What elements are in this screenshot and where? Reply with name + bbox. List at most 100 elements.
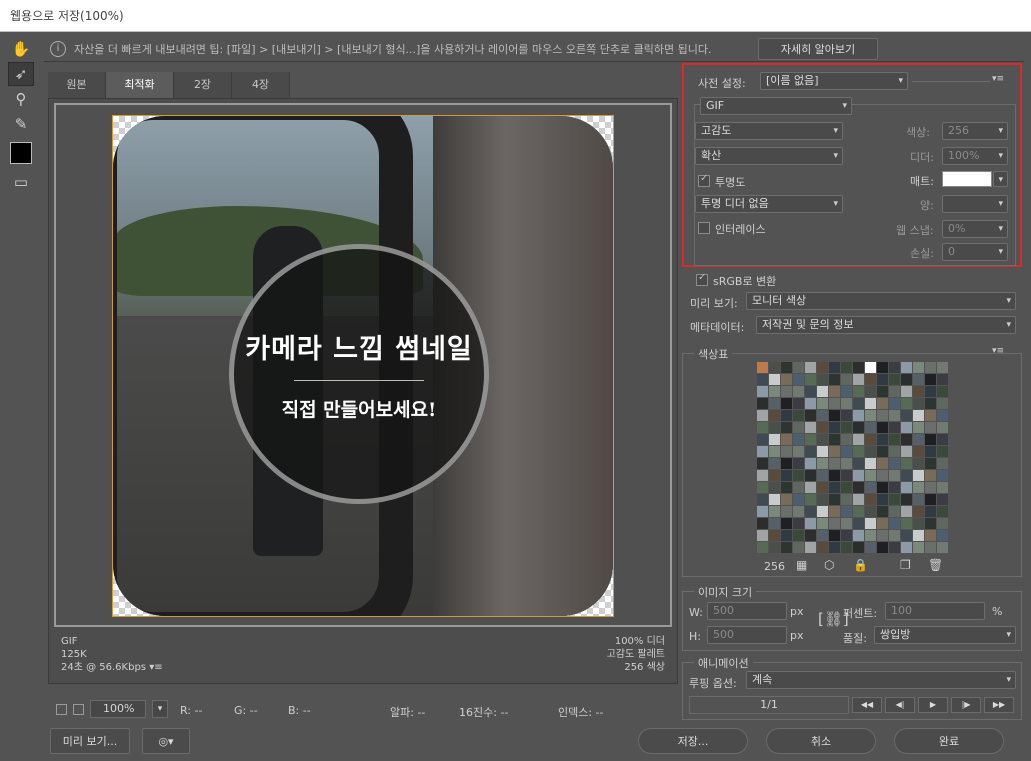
palette-swatch[interactable] [913, 362, 924, 373]
color-table-menu-icon[interactable]: ▾≡ [992, 346, 1004, 356]
palette-swatch[interactable] [841, 374, 852, 385]
palette-swatch[interactable] [901, 410, 912, 421]
palette-swatch[interactable] [925, 506, 936, 517]
palette-swatch[interactable] [757, 374, 768, 385]
palette-swatch[interactable] [793, 434, 804, 445]
palette-swatch[interactable] [781, 374, 792, 385]
zoom-out-toggle[interactable] [56, 703, 67, 715]
palette-swatch[interactable] [817, 458, 828, 469]
palette-swatch[interactable] [925, 482, 936, 493]
palette-swatch[interactable] [937, 374, 948, 385]
palette-swatch[interactable] [865, 398, 876, 409]
palette-swatch[interactable] [853, 494, 864, 505]
palette-swatch[interactable] [889, 494, 900, 505]
palette-swatch[interactable] [925, 362, 936, 373]
palette-swatch[interactable] [889, 446, 900, 457]
palette-swatch[interactable] [889, 386, 900, 397]
hand-tool-icon[interactable]: ✋ [8, 37, 34, 61]
palette-swatch[interactable] [793, 458, 804, 469]
palette-swatch[interactable] [805, 446, 816, 457]
palette-swatch[interactable] [877, 458, 888, 469]
palette-swatch[interactable] [817, 470, 828, 481]
palette-swatch[interactable] [757, 482, 768, 493]
palette-swatch[interactable] [865, 530, 876, 541]
palette-swatch[interactable] [877, 542, 888, 553]
palette-swatch[interactable] [901, 506, 912, 517]
done-button[interactable]: 완료 [894, 728, 1004, 754]
learn-more-button[interactable]: 자세히 알아보기 [758, 38, 878, 60]
width-field[interactable]: 500 [707, 602, 787, 620]
palette-swatch[interactable] [925, 542, 936, 553]
palette-swatch[interactable] [805, 410, 816, 421]
color-reduction-select[interactable]: 고감도 ▾ [695, 122, 843, 140]
palette-swatch[interactable] [925, 410, 936, 421]
palette-swatch[interactable] [865, 446, 876, 457]
format-select[interactable]: GIF ▾ [700, 97, 852, 115]
palette-swatch[interactable] [925, 530, 936, 541]
palette-swatch[interactable] [781, 458, 792, 469]
palette-swatch[interactable] [769, 434, 780, 445]
palette-swatch[interactable] [793, 542, 804, 553]
palette-swatch[interactable] [853, 518, 864, 529]
palette-swatch[interactable] [793, 410, 804, 421]
palette-swatch[interactable] [805, 494, 816, 505]
palette-swatch[interactable] [805, 482, 816, 493]
palette-swatch[interactable] [913, 518, 924, 529]
palette-swatch[interactable] [793, 506, 804, 517]
palette-swatch[interactable] [901, 542, 912, 553]
palette-swatch[interactable] [901, 398, 912, 409]
palette-swatch[interactable] [757, 410, 768, 421]
palette-swatch[interactable] [853, 458, 864, 469]
palette-swatch[interactable] [817, 374, 828, 385]
palette-swatch[interactable] [937, 494, 948, 505]
browser-select-button[interactable]: ◎▾ [142, 728, 190, 754]
palette-swatch[interactable] [829, 542, 840, 553]
preset-select[interactable]: [이름 없음] ▾ [760, 72, 908, 90]
palette-swatch[interactable] [757, 530, 768, 541]
palette-swatch[interactable] [889, 374, 900, 385]
palette-swatch[interactable] [769, 482, 780, 493]
palette-swatch[interactable] [925, 386, 936, 397]
palette-swatch[interactable] [781, 410, 792, 421]
palette-swatch[interactable] [937, 446, 948, 457]
dither-field[interactable]: 100% ▾ [942, 147, 1008, 165]
palette-swatch[interactable] [937, 506, 948, 517]
palette-swatch[interactable] [769, 410, 780, 421]
palette-swatch[interactable] [865, 482, 876, 493]
palette-swatch[interactable] [937, 530, 948, 541]
palette-swatch[interactable] [937, 458, 948, 469]
palette-swatch[interactable] [781, 506, 792, 517]
zoom-tool-icon[interactable]: ⚲ [8, 87, 34, 111]
amount-field[interactable]: ▾ [942, 195, 1008, 213]
optimized-image[interactable]: 카메라 느낌 썸네일 직접 만들어보세요! [112, 115, 614, 617]
new-color-icon[interactable]: ❐ [900, 558, 911, 572]
palette-swatch[interactable] [793, 374, 804, 385]
palette-swatch[interactable] [817, 362, 828, 373]
palette-swatch[interactable] [889, 542, 900, 553]
palette-swatch[interactable] [781, 386, 792, 397]
palette-swatch[interactable] [769, 398, 780, 409]
palette-swatch[interactable] [817, 410, 828, 421]
save-button[interactable]: 저장... [638, 728, 748, 754]
palette-swatch[interactable] [865, 374, 876, 385]
palette-swatch[interactable] [841, 518, 852, 529]
palette-swatch[interactable] [865, 470, 876, 481]
palette-swatch[interactable] [853, 386, 864, 397]
palette-swatch[interactable] [817, 518, 828, 529]
palette-swatch[interactable] [865, 434, 876, 445]
color-table-grid[interactable] [757, 362, 949, 554]
palette-swatch[interactable] [913, 446, 924, 457]
palette-swatch[interactable] [805, 362, 816, 373]
percent-field[interactable]: 100 [885, 602, 985, 620]
palette-swatch[interactable] [901, 446, 912, 457]
map-to-web-icon[interactable]: ▦ [796, 558, 807, 572]
metadata-select[interactable]: 저작권 및 문의 정보 ▾ [756, 316, 1016, 334]
palette-swatch[interactable] [829, 422, 840, 433]
palette-swatch[interactable] [913, 542, 924, 553]
palette-swatch[interactable] [853, 398, 864, 409]
palette-swatch[interactable] [793, 470, 804, 481]
palette-swatch[interactable] [853, 542, 864, 553]
palette-swatch[interactable] [805, 458, 816, 469]
palette-swatch[interactable] [913, 470, 924, 481]
palette-swatch[interactable] [829, 470, 840, 481]
